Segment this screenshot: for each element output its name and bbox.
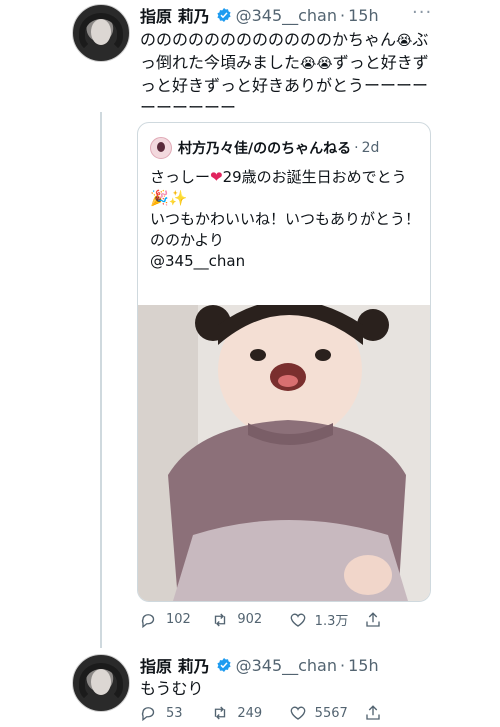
separator-dot: · (354, 140, 359, 156)
quoted-text-line: いつもかわいいね！いつもありがとう！ (150, 210, 421, 228)
retweet-count: 249 (237, 705, 263, 721)
verified-icon (216, 658, 231, 672)
avatar[interactable] (72, 654, 130, 712)
quoted-author-avatar (150, 137, 172, 159)
reply-count: 53 (166, 705, 183, 721)
avatar-face (91, 19, 111, 45)
quoted-text-line: さっしー (150, 168, 211, 186)
tweet-actions: 102 902 1.3万 (140, 610, 390, 629)
emoji: 😭 (396, 33, 413, 49)
reply-count: 102 (166, 612, 191, 627)
quoted-tweet-text: さっしー❤29歳のお誕生日おめでとう🎉✨ いつもかわいいね！いつもありがとう！ … (150, 167, 420, 272)
avatar-face (91, 669, 111, 695)
author-name[interactable]: 指原 莉乃 (140, 3, 210, 27)
quoted-mention: @345__chan (150, 252, 246, 270)
like-icon (290, 613, 306, 627)
retweet-button[interactable]: 902 (211, 611, 288, 629)
like-count: 1.3万 (314, 614, 349, 629)
heart-emoji: ❤ (210, 168, 223, 186)
emoji: 😭 (300, 56, 317, 72)
separator-dot: · (340, 655, 346, 675)
share-icon (366, 611, 380, 627)
quoted-media-image[interactable] (138, 305, 430, 601)
tweet-time[interactable]: 15h (348, 6, 379, 25)
thread-connector-line (100, 112, 102, 648)
reply-icon (141, 707, 155, 722)
quoted-text-line: ののかより (150, 231, 224, 249)
separator-dot: · (340, 5, 346, 25)
share-button[interactable] (364, 611, 390, 629)
like-button[interactable]: 1.3万 (289, 610, 364, 629)
quoted-text-line: 29歳のお誕生日おめでとう (222, 168, 407, 186)
verified-icon (216, 8, 231, 22)
quoted-tweet-card[interactable]: 村方乃々佳/ののちゃんねる · 2d さっしー❤29歳のお誕生日おめでとう🎉✨ … (137, 122, 431, 602)
emoji: 😭 (316, 56, 333, 72)
tweet-text: もうむり (140, 679, 204, 698)
like-count: 5567 (314, 705, 348, 721)
child-photo (138, 305, 430, 601)
tweet-header: 指原 莉乃 @345__chan · 15h (140, 3, 379, 27)
more-icon[interactable]: ··· (412, 2, 432, 23)
retweet-button[interactable]: 249 (211, 704, 288, 722)
tweet-text-part: ののののののののののののかちゃん (140, 30, 397, 49)
share-button[interactable] (364, 704, 390, 722)
tweet-actions: 53 249 5567 (140, 704, 390, 722)
author-name[interactable]: 指原 莉乃 (140, 653, 210, 677)
retweet-count: 902 (237, 612, 263, 627)
retweet-icon (215, 613, 226, 626)
tweet-header: 指原 莉乃 @345__chan · 15h (140, 653, 379, 677)
quoted-author-name: 村方乃々佳/ののちゃんねる (178, 141, 352, 157)
party-emoji: 🎉✨ (150, 189, 188, 207)
tweet-time[interactable]: 15h (348, 656, 379, 675)
like-button[interactable]: 5567 (289, 704, 364, 722)
retweet-icon (215, 706, 226, 720)
reply-button[interactable]: 53 (140, 704, 211, 722)
author-handle[interactable]: @345__chan (236, 6, 337, 25)
author-handle[interactable]: @345__chan (236, 656, 337, 675)
tweet-text: ののののののののののののかちゃん😭ぶっ倒れた今頃みました😭😭ずっと好きずっと好き… (140, 29, 430, 119)
quoted-tweet-header: 村方乃々佳/ののちゃんねる · 2d (150, 137, 379, 159)
reply-button[interactable]: 102 (140, 611, 211, 629)
reply-icon (141, 613, 155, 628)
avatar[interactable] (72, 4, 130, 62)
share-icon (366, 705, 380, 720)
like-icon (290, 706, 306, 720)
quoted-tweet-time: 2d (361, 140, 380, 156)
